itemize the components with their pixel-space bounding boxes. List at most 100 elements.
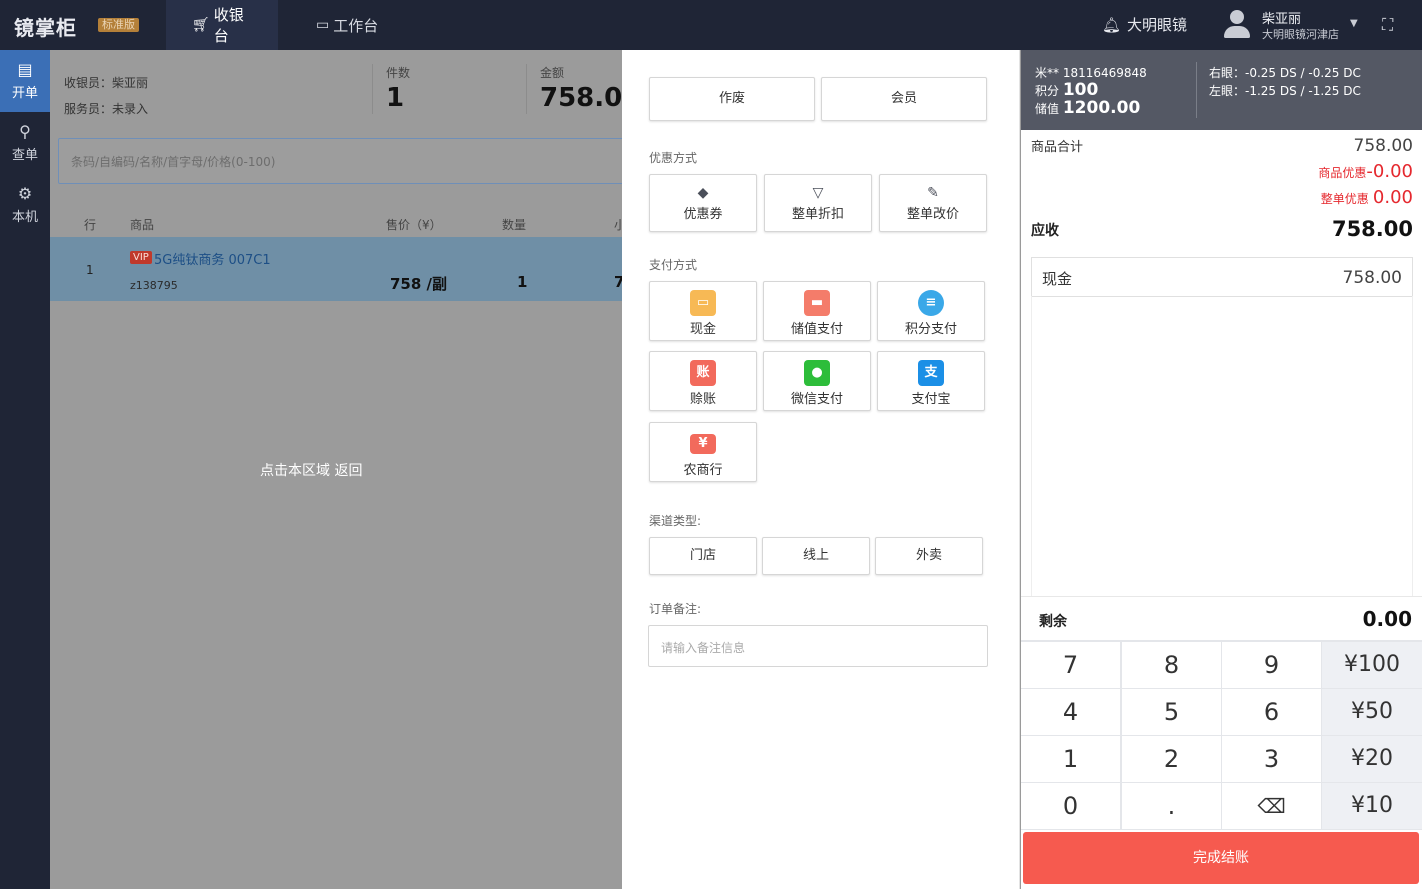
key-6[interactable]: 6 xyxy=(1222,689,1321,735)
member-button[interactable]: 会员 xyxy=(821,77,987,121)
sidebar-item-new-order[interactable]: ▤ 开单 xyxy=(0,50,50,112)
payment-lines-area xyxy=(1031,296,1413,596)
order-reprice-button[interactable]: ✎ 整单改价 xyxy=(879,174,987,232)
key-10[interactable]: ¥10 xyxy=(1322,783,1422,829)
order-discount-label: 整单折扣 xyxy=(791,207,844,222)
shop-selector[interactable]: 🔔︎ 大明眼镜 xyxy=(1102,14,1187,35)
pay-wechat-button[interactable]: ● 微信支付 xyxy=(763,351,871,411)
key-4[interactable]: 4 xyxy=(1021,689,1120,735)
sidebar-item-label: 查单 xyxy=(11,148,38,163)
channel-online-button[interactable]: 线上 xyxy=(762,537,870,575)
edition-badge: 标准版 xyxy=(98,18,139,32)
key-1[interactable]: 1 xyxy=(1021,736,1120,782)
count-value: 1 xyxy=(386,83,405,113)
key-2[interactable]: 2 xyxy=(1122,736,1221,782)
order-note-input[interactable]: 请输入备注信息 xyxy=(648,625,988,667)
coins-icon: ≡ xyxy=(918,290,944,316)
member-points: 积分 100 xyxy=(1035,80,1099,100)
product-subtotal: 7 xyxy=(614,273,622,291)
key-9[interactable]: 9 xyxy=(1222,642,1321,688)
nav-cashier-label: 收银台 xyxy=(213,6,244,45)
order-overlay[interactable]: 收银员：柴亚丽 服务员：未录入 件数 1 金额 758.00 条码/自编码/名称… xyxy=(50,50,622,889)
checkout-actions-panel: 作废 会员 优惠方式 ◆ 优惠券 ▽ 整单折扣 ✎ 整单改价 支付方式 ▭ 现金… xyxy=(622,50,1020,889)
pencil-icon: ✎ xyxy=(927,185,939,201)
numeric-keypad: 7 8 9 ¥100 4 5 6 ¥50 1 2 3 ¥20 0 . ⌫ ¥10 xyxy=(1021,640,1422,830)
amount-block: 金额 758.00 xyxy=(540,64,622,113)
alipay-icon: 支 xyxy=(918,360,944,386)
nav-workbench[interactable]: ▭ 工作台 xyxy=(290,0,410,50)
product-code: z138795 xyxy=(130,279,178,292)
remaining-label: 剩余 xyxy=(1039,614,1067,630)
top-bar: 镜掌柜 标准版 🛒︎ 收银台 ▭ 工作台 🔔︎ 大明眼镜 柴亚丽 大明眼镜河津店 … xyxy=(0,0,1422,50)
cash-value: 758.00 xyxy=(1342,268,1402,288)
note-section-title: 订单备注: xyxy=(649,602,702,616)
table-row[interactable]: 1 VIP 5G纯钛商务 007C1 z138795 758 /副 1 7 xyxy=(50,237,622,301)
fullscreen-icon[interactable]: ⛶ xyxy=(1382,15,1393,35)
bell-icon: 🔔︎ xyxy=(1102,16,1122,34)
key-0[interactable]: 0 xyxy=(1021,783,1120,829)
coupon-label: 优惠券 xyxy=(683,207,723,222)
key-dot[interactable]: . xyxy=(1122,783,1221,829)
sidebar-item-local[interactable]: ⚙ 本机 xyxy=(0,174,50,236)
key-20[interactable]: ¥20 xyxy=(1322,736,1422,782)
key-7[interactable]: 7 xyxy=(1021,642,1120,688)
channel-section-title: 渠道类型: xyxy=(649,514,702,528)
pay-cash-label: 现金 xyxy=(689,322,716,337)
nav-workbench-label: 工作台 xyxy=(333,16,379,35)
order-discount-label: 整单优惠 xyxy=(1320,192,1369,206)
channel-store-button[interactable]: 门店 xyxy=(649,537,757,575)
goods-total-label: 商品合计 xyxy=(1031,140,1084,155)
vip-badge: VIP xyxy=(130,251,152,264)
amount-due-value: 758.00 xyxy=(1331,217,1413,241)
wechat-icon: ● xyxy=(804,360,830,386)
key-5[interactable]: 5 xyxy=(1122,689,1221,735)
key-50[interactable]: ¥50 xyxy=(1322,689,1422,735)
order-reprice-label: 整单改价 xyxy=(906,207,959,222)
item-discount-row: 商品优惠-0.00 xyxy=(1031,161,1413,182)
key-100[interactable]: ¥100 xyxy=(1322,642,1422,688)
payment-panel: 米** 18116469848 积分 100 储值 1200.00 右眼：-0.… xyxy=(1021,50,1422,889)
finish-checkout-button[interactable]: 完成结账 xyxy=(1023,832,1419,884)
count-block: 件数 1 xyxy=(386,64,410,113)
pay-stored-value-button[interactable]: ▬ 储值支付 xyxy=(763,281,871,341)
pay-alipay-button[interactable]: 支 支付宝 xyxy=(877,351,985,411)
column-header: 行 xyxy=(84,218,97,232)
coupon-button[interactable]: ◆ 优惠券 xyxy=(649,174,757,232)
nav-cashier[interactable]: 🛒︎ 收银台 xyxy=(166,0,278,50)
key-3[interactable]: 3 xyxy=(1222,736,1321,782)
monitor-icon: ▭ xyxy=(316,17,330,33)
key-8[interactable]: 8 xyxy=(1122,642,1221,688)
sidebar-item-label: 本机 xyxy=(11,210,38,225)
cash-payment-line[interactable]: 现金 758.00 xyxy=(1031,257,1413,297)
right-eye-prescription: 右眼：-0.25 DS / -0.25 DC xyxy=(1209,66,1361,80)
backspace-icon[interactable]: ⌫ xyxy=(1222,783,1321,829)
sidebar-item-search-order[interactable]: ⚲ 查单 xyxy=(0,112,50,174)
order-info: 收银员：柴亚丽 服务员：未录入 件数 1 金额 758.00 xyxy=(50,50,622,130)
pay-credit-label: 赊账 xyxy=(689,392,716,407)
count-label: 件数 xyxy=(386,66,411,80)
remaining-value: 0.00 xyxy=(1362,607,1412,631)
cashier-text: 收银员：柴亚丽 xyxy=(64,76,149,90)
pay-rural-bank-label: 农商行 xyxy=(683,463,723,478)
column-header: 数量 xyxy=(502,218,527,232)
order-discount-value: 0.00 xyxy=(1372,187,1413,208)
pay-points-button[interactable]: ≡ 积分支付 xyxy=(877,281,985,341)
bank-icon: ¥ xyxy=(690,434,716,454)
cart-icon: 🛒︎ xyxy=(192,17,210,33)
column-header: 小 xyxy=(614,218,622,232)
caret-down-icon[interactable]: ▼ xyxy=(1350,18,1358,29)
pay-rural-bank-button[interactable]: ¥ 农商行 xyxy=(649,422,757,482)
order-discount-button[interactable]: ▽ 整单折扣 xyxy=(764,174,872,232)
product-search-input[interactable]: 条码/自编码/名称/首字母/价格(0-100) xyxy=(58,138,622,184)
card-icon: ▬ xyxy=(804,290,830,316)
discount-icon: ▽ xyxy=(812,185,824,201)
void-button[interactable]: 作废 xyxy=(649,77,815,121)
document-icon: ▤ xyxy=(17,60,33,79)
pay-cash-button[interactable]: ▭ 现金 xyxy=(649,281,757,341)
channel-delivery-button[interactable]: 外卖 xyxy=(875,537,983,575)
user-name: 柴亚丽 xyxy=(1262,12,1302,27)
pay-credit-button[interactable]: 账 赊账 xyxy=(649,351,757,411)
staff-info: 收银员：柴亚丽 服务员：未录入 xyxy=(64,70,148,122)
goods-total-row: 商品合计 758.00 xyxy=(1031,136,1413,156)
brand-logo: 镜掌柜 xyxy=(14,16,77,40)
